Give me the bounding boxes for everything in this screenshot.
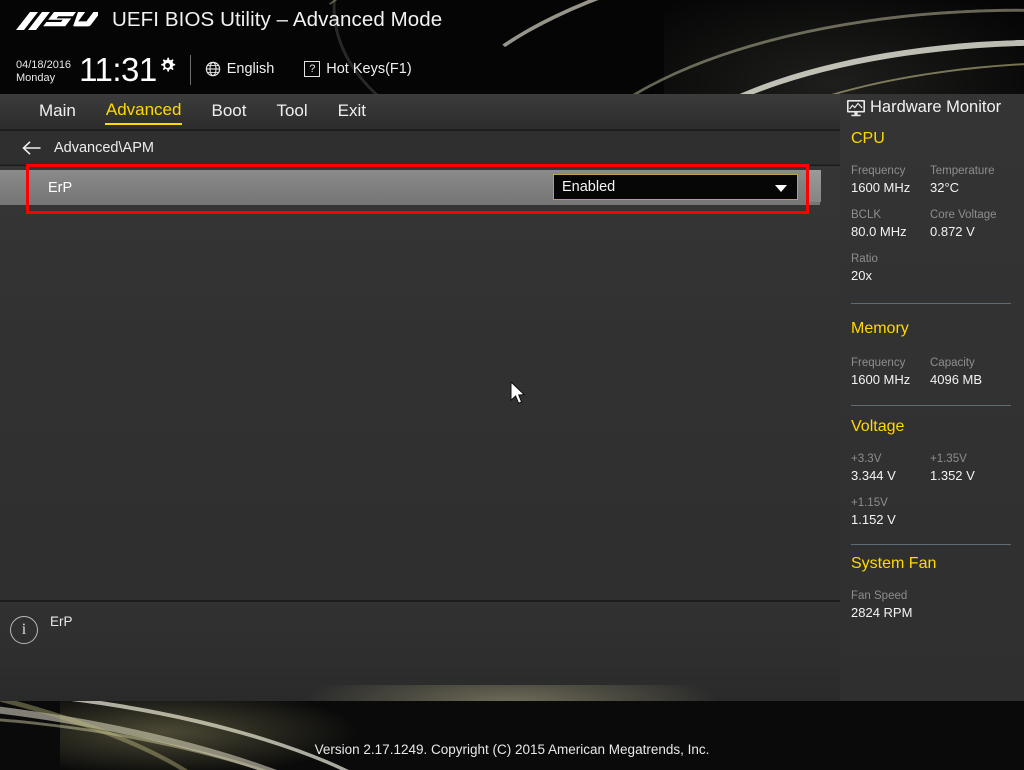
hw-value-v33: 3.344 V [851,468,896,483]
hw-section-voltage-title: Voltage [851,418,905,435]
hw-value-ratio: 20x [851,268,872,283]
hw-label-mem-capacity: Capacity [930,357,975,369]
hw-label-v115: +1.15V [851,497,888,509]
hw-section-memory-title: Memory [851,320,909,337]
tab-advanced[interactable]: Advanced [104,98,183,125]
erp-dropdown[interactable]: Enabled [553,174,798,200]
hw-value-mem-capacity: 4096 MB [930,372,983,387]
date-value: 04/18/2016 [16,59,72,71]
tab-main[interactable]: Main [38,99,77,124]
hw-divider [851,544,1011,545]
hw-section-cpu-title: CPU [851,130,885,147]
hw-value-core-voltage: 0.872 V [930,224,975,239]
hardware-monitor-header: Hardware Monitor [846,98,1001,117]
hw-label-v33: +3.3V [851,453,882,465]
hardware-monitor-title: Hardware Monitor [870,98,1002,116]
hw-label-ratio: Ratio [851,253,878,265]
question-icon: ? [304,61,321,77]
hw-value-bclk: 80.0 MHz [851,224,907,239]
asus-logo [14,9,98,33]
version-text: Version 2.17.1249. Copyright (C) 2015 Am… [314,742,710,757]
hw-value-mem-frequency: 1600 MHz [851,372,911,387]
hw-label-bclk: BCLK [851,209,882,221]
header-status-row: 04/18/2016 Monday 11:31 English ? Hot Ke… [16,52,412,88]
hardware-monitor-panel: Hardware Monitor CPU Frequency 1600 MHz … [840,94,1024,701]
time-value: 11:31 [79,51,157,88]
back-arrow-icon[interactable] [22,140,42,156]
gear-icon[interactable] [159,57,176,74]
erp-dropdown-value: Enabled [562,179,616,195]
hw-value-cpu-frequency: 1600 MHz [851,180,911,195]
bios-screen: UEFI BIOS Utility – Advanced Mode 04/18/… [0,0,1024,770]
banner-glow [664,0,1024,94]
hw-divider [851,303,1011,304]
hw-value-v135: 1.352 V [930,468,975,483]
hotkeys-label: Hot Keys(F1) [326,61,412,77]
hw-value-cpu-temperature: 32°C [930,180,960,195]
hw-label-cpu-frequency: Frequency [851,165,906,177]
hw-divider [851,405,1011,406]
hotkeys-button[interactable]: ? Hot Keys(F1) [304,61,412,77]
main-menu-bar: Main Advanced Boot Tool Exit [0,94,840,130]
header-divider [189,55,191,85]
content-scrollbar[interactable] [809,166,821,600]
hw-section-fan-title: System Fan [851,555,937,572]
hw-label-mem-frequency: Frequency [851,357,906,369]
info-icon: i [10,616,38,644]
globe-icon [205,61,221,77]
help-panel-glow [300,685,720,701]
hw-label-core-voltage: Core Voltage [930,209,997,221]
hw-label-v135: +1.35V [930,453,967,465]
breadcrumb: Advanced\APM [0,131,840,165]
scrollbar-thumb[interactable] [809,170,821,202]
tab-tool[interactable]: Tool [275,99,308,124]
page-title: UEFI BIOS Utility – Advanced Mode [112,8,443,31]
erp-row[interactable]: ErP Enabled [0,170,820,205]
hw-value-fan-speed: 2824 RPM [851,605,913,620]
erp-label: ErP [48,179,73,196]
footer-banner: Version 2.17.1249. Copyright (C) 2015 Am… [0,701,1024,770]
language-label: English [226,61,275,77]
hw-value-v115: 1.152 V [851,512,896,527]
breadcrumb-path: Advanced\APM [54,139,154,156]
footer-glow [60,701,360,770]
language-selector[interactable]: English [205,61,275,77]
tab-exit[interactable]: Exit [337,99,367,124]
settings-content-area: ErP Enabled [0,166,840,600]
date-display: 04/18/2016 Monday [16,59,71,85]
header-banner: UEFI BIOS Utility – Advanced Mode 04/18/… [0,0,1024,94]
help-panel: i ErP [0,600,840,701]
tab-boot[interactable]: Boot [210,99,247,124]
hw-label-fan-speed: Fan Speed [851,590,908,602]
hw-label-cpu-temperature: Temperature [930,165,995,177]
weekday-value: Monday [16,72,56,84]
chevron-down-icon [775,185,787,192]
monitor-graph-icon [846,99,866,117]
help-text: ErP [50,614,73,629]
